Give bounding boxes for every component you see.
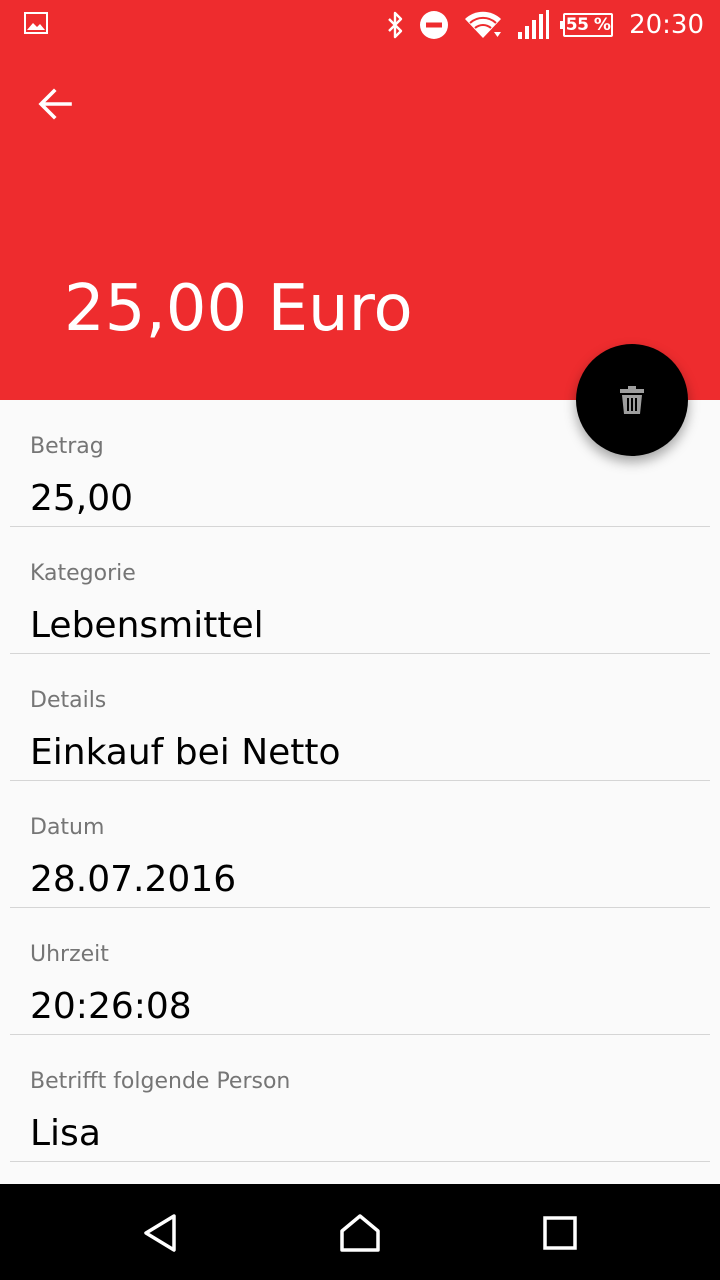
do-not-disturb-icon	[420, 11, 449, 39]
field-label: Details	[30, 688, 107, 713]
battery-icon: 55 %	[560, 13, 614, 37]
field-label: Uhrzeit	[30, 942, 109, 967]
field-value: 20:26:08	[30, 986, 192, 1027]
back-triangle-icon	[144, 1214, 176, 1252]
arrow-back-icon	[38, 88, 72, 120]
status-bar: 55 % 20:30	[0, 0, 720, 50]
page-title: 25,00 Euro	[64, 272, 413, 346]
field-uhrzeit[interactable]: Uhrzeit 20:26:08	[10, 908, 710, 1035]
field-kategorie[interactable]: Kategorie Lebensmittel	[10, 527, 710, 654]
field-value: 25,00	[30, 478, 134, 519]
nav-back-button[interactable]	[130, 1208, 190, 1258]
wifi-icon	[465, 11, 502, 38]
status-time: 20:30	[629, 10, 704, 40]
field-person[interactable]: Betrifft folgende Person Lisa	[10, 1035, 710, 1162]
field-value: Lebensmittel	[30, 605, 264, 646]
home-icon	[340, 1214, 380, 1252]
gallery-icon	[24, 12, 48, 34]
field-value: Einkauf bei Netto	[30, 732, 341, 773]
detail-list: Betrag 25,00 Kategorie Lebensmittel Deta…	[0, 400, 720, 1162]
field-value: 28.07.2016	[30, 859, 237, 900]
field-label: Betrag	[30, 434, 104, 459]
back-button[interactable]	[22, 76, 90, 132]
field-label: Betrifft folgende Person	[30, 1069, 291, 1094]
nav-recents-button[interactable]	[530, 1208, 590, 1258]
delete-button[interactable]	[576, 344, 688, 456]
navigation-bar	[0, 1184, 720, 1280]
field-datum[interactable]: Datum 28.07.2016	[10, 781, 710, 908]
field-label: Datum	[30, 815, 105, 840]
field-value: Lisa	[30, 1113, 101, 1154]
signal-icon	[518, 10, 550, 39]
battery-level: 55 %	[565, 15, 611, 35]
field-details[interactable]: Details Einkauf bei Netto	[10, 654, 710, 781]
recents-icon	[543, 1216, 577, 1250]
bluetooth-icon	[388, 11, 403, 39]
trash-icon	[620, 386, 644, 414]
field-label: Kategorie	[30, 561, 136, 586]
nav-home-button[interactable]	[330, 1208, 390, 1258]
